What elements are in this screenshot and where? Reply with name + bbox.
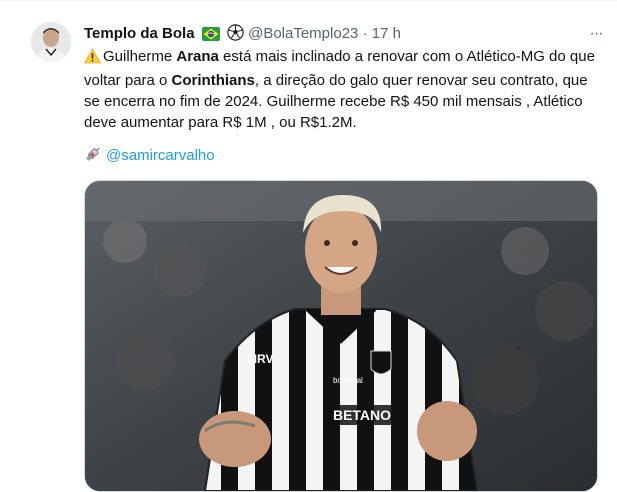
timestamp[interactable]: 17 h — [372, 25, 401, 42]
text-bold-arana: Arana — [176, 48, 219, 65]
avatar[interactable] — [31, 22, 71, 62]
handle[interactable]: @BolaTemplo23 — [248, 25, 358, 42]
tweet-text: Guilherme Arana está mais inclinado a re… — [83, 46, 604, 133]
more-options-button[interactable]: ··· — [585, 24, 607, 44]
brazil-flag-icon — [201, 27, 220, 47]
warning-icon — [83, 48, 102, 70]
jersey-brand: MRV — [247, 352, 273, 366]
syringe-icon — [84, 145, 102, 169]
jersey-sponsor-2: bopvidal — [333, 376, 363, 385]
display-name[interactable]: Templo da Bola — [84, 25, 195, 42]
mention-link[interactable]: @samircarvalho — [106, 147, 215, 164]
soccer-ball-icon — [227, 24, 244, 47]
tweet[interactable]: Templo da Bola @BolaTemplo23 · 17 h ··· — [0, 0, 617, 492]
jersey-sponsor: BETANO — [333, 407, 391, 423]
text-bold-corinthians: Corinthians — [171, 72, 255, 89]
separator-dot: · — [362, 25, 368, 42]
player-photo: BETANO MRV bopvidal — [85, 181, 597, 491]
tweet-image[interactable]: BETANO MRV bopvidal — [84, 180, 598, 492]
mention-line: @samircarvalho — [84, 145, 215, 169]
divider — [0, 0, 617, 1]
tweet-header: Templo da Bola @BolaTemplo23 · 17 h — [84, 24, 604, 44]
more-icon: ··· — [589, 25, 604, 42]
text-part-1: Guilherme — [103, 48, 177, 65]
